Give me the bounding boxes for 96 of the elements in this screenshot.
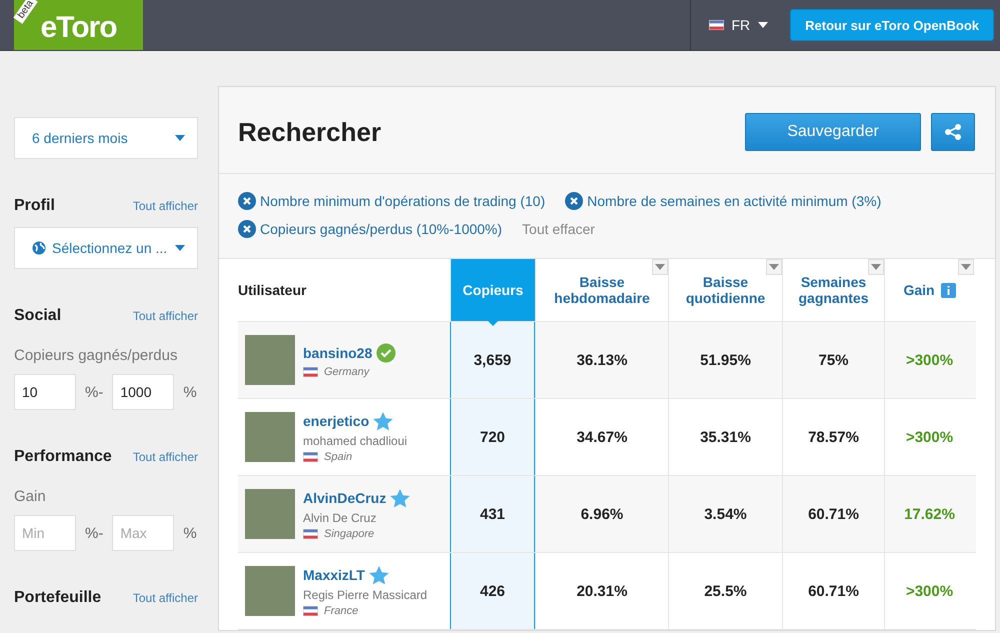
- back-button[interactable]: Retour sur eToro OpenBook: [790, 9, 994, 41]
- table-cell: 17.62%: [884, 476, 974, 552]
- range-separator: %-: [85, 384, 104, 400]
- table-cell: 431: [450, 476, 535, 552]
- country-select[interactable]: Sélectionnez un ...: [14, 227, 198, 269]
- filter-chip[interactable]: Nombre minimum d'opérations de trading (10): [238, 192, 546, 210]
- username-link[interactable]: bansino28: [303, 342, 396, 362]
- table-cell: 34.67%: [535, 399, 668, 475]
- column-header[interactable]: Utilisateur: [238, 259, 450, 321]
- share-button[interactable]: [931, 113, 975, 151]
- table-cell: 36.13%: [535, 322, 668, 398]
- flag-icon: [303, 452, 318, 462]
- avatar-placeholder: [245, 489, 295, 539]
- show-all-link[interactable]: Tout afficher: [132, 591, 198, 605]
- logo-wordmark: eToro: [40, 11, 117, 45]
- range-input[interactable]: 1000: [112, 374, 174, 410]
- table-cell: 3,659: [450, 322, 535, 398]
- save-button[interactable]: Sauvegarder: [745, 113, 921, 151]
- table-cell: >300%: [884, 553, 974, 629]
- section-title: Social: [14, 307, 62, 325]
- username-link[interactable]: MaxxizLT: [303, 566, 428, 584]
- username-link[interactable]: AlvinDeCruz: [303, 488, 410, 508]
- remove-icon: [238, 192, 256, 210]
- caret-icon: [175, 135, 185, 141]
- section-title: Profil: [14, 197, 55, 215]
- country-name: Germany: [324, 366, 370, 378]
- sort-dropdown[interactable]: [868, 259, 884, 275]
- table-cell: 20.31%: [535, 553, 668, 629]
- table-cell: 6.96%: [535, 476, 668, 552]
- page-title: Rechercher: [238, 116, 382, 148]
- show-all-link[interactable]: Tout afficher: [132, 450, 198, 464]
- range-input[interactable]: Max: [112, 515, 174, 551]
- section-title: Performance: [14, 448, 112, 466]
- range-input[interactable]: 10: [14, 374, 76, 410]
- filter-label: Gain: [14, 488, 47, 505]
- star-icon: [390, 488, 410, 508]
- real-name: Alvin De Cruz: [303, 510, 378, 524]
- flag-icon: [708, 20, 724, 30]
- table-cell: 60.71%: [782, 553, 884, 629]
- table-cell: 25.5%: [668, 553, 782, 629]
- table-cell: 426: [450, 553, 535, 629]
- caret-icon: [758, 22, 768, 28]
- table-cell: 3.54%: [668, 476, 782, 552]
- username-link[interactable]: enerjetico: [303, 412, 408, 430]
- table-cell: 78.57%: [782, 399, 884, 475]
- show-all-link[interactable]: Tout afficher: [132, 309, 198, 323]
- verified-badge-icon: [376, 342, 396, 362]
- table-cell: 720: [450, 399, 535, 475]
- country-name: Spain: [324, 450, 352, 462]
- clear-all-link[interactable]: Tout effacer: [522, 220, 595, 238]
- period-select[interactable]: 6 derniers mois: [14, 117, 198, 159]
- table-cell: 75%: [782, 322, 884, 398]
- share-icon: [944, 123, 962, 141]
- table-cell: 51.95%: [668, 322, 782, 398]
- avatar-placeholder: [245, 412, 295, 462]
- table-cell: 35.31%: [668, 399, 782, 475]
- remove-icon: [565, 192, 584, 210]
- flag-icon: [303, 528, 318, 538]
- table-cell: >300%: [884, 399, 974, 475]
- filter-chip[interactable]: Copieurs gagnés/perdus (10%-1000%): [238, 220, 502, 238]
- select-value: Sélectionnez un ...: [52, 240, 168, 256]
- avatar-placeholder: [245, 335, 295, 385]
- table-cell: >300%: [884, 322, 974, 398]
- column-header[interactable]: Semaines gagnantes: [782, 259, 884, 321]
- star-icon: [373, 412, 394, 430]
- table-cell: 60.71%: [782, 476, 884, 552]
- caret-icon: [769, 264, 779, 270]
- sort-dropdown[interactable]: [958, 259, 974, 275]
- show-all-link[interactable]: Tout afficher: [132, 199, 198, 213]
- sort-dropdown[interactable]: [652, 259, 668, 275]
- section-title: Portefeuille: [14, 589, 102, 607]
- caret-icon: [655, 264, 665, 270]
- avatar-placeholder: [245, 566, 295, 616]
- unit-label: %: [183, 524, 197, 542]
- country-name: France: [324, 604, 358, 616]
- real-name: Regis Pierre Massicard: [303, 588, 428, 602]
- info-icon: [940, 282, 956, 298]
- caret-icon: [961, 264, 971, 270]
- caret-icon: [175, 245, 185, 251]
- unit-label: %: [183, 384, 197, 400]
- sort-dropdown[interactable]: [766, 259, 782, 275]
- range-input[interactable]: Min: [14, 515, 76, 551]
- column-header[interactable]: Gain: [884, 259, 974, 321]
- range-separator: %-: [85, 524, 104, 542]
- real-name: mohamed chadlioui: [303, 434, 408, 448]
- filter-chip[interactable]: Nombre de semaines en activité minimum (3%): [565, 192, 882, 210]
- caret-icon: [871, 264, 881, 270]
- star-icon: [368, 566, 389, 584]
- column-header[interactable]: Baisse hebdomadaire: [535, 259, 668, 321]
- filter-label: Copieurs gagnés/perdus: [14, 347, 178, 364]
- remove-icon: [238, 220, 256, 238]
- country-name: Singapore: [324, 528, 374, 540]
- flag-icon: [303, 366, 318, 376]
- column-header[interactable]: Baisse quotidienne: [668, 259, 782, 321]
- globe-icon: [32, 241, 46, 255]
- flag-icon: [303, 606, 318, 616]
